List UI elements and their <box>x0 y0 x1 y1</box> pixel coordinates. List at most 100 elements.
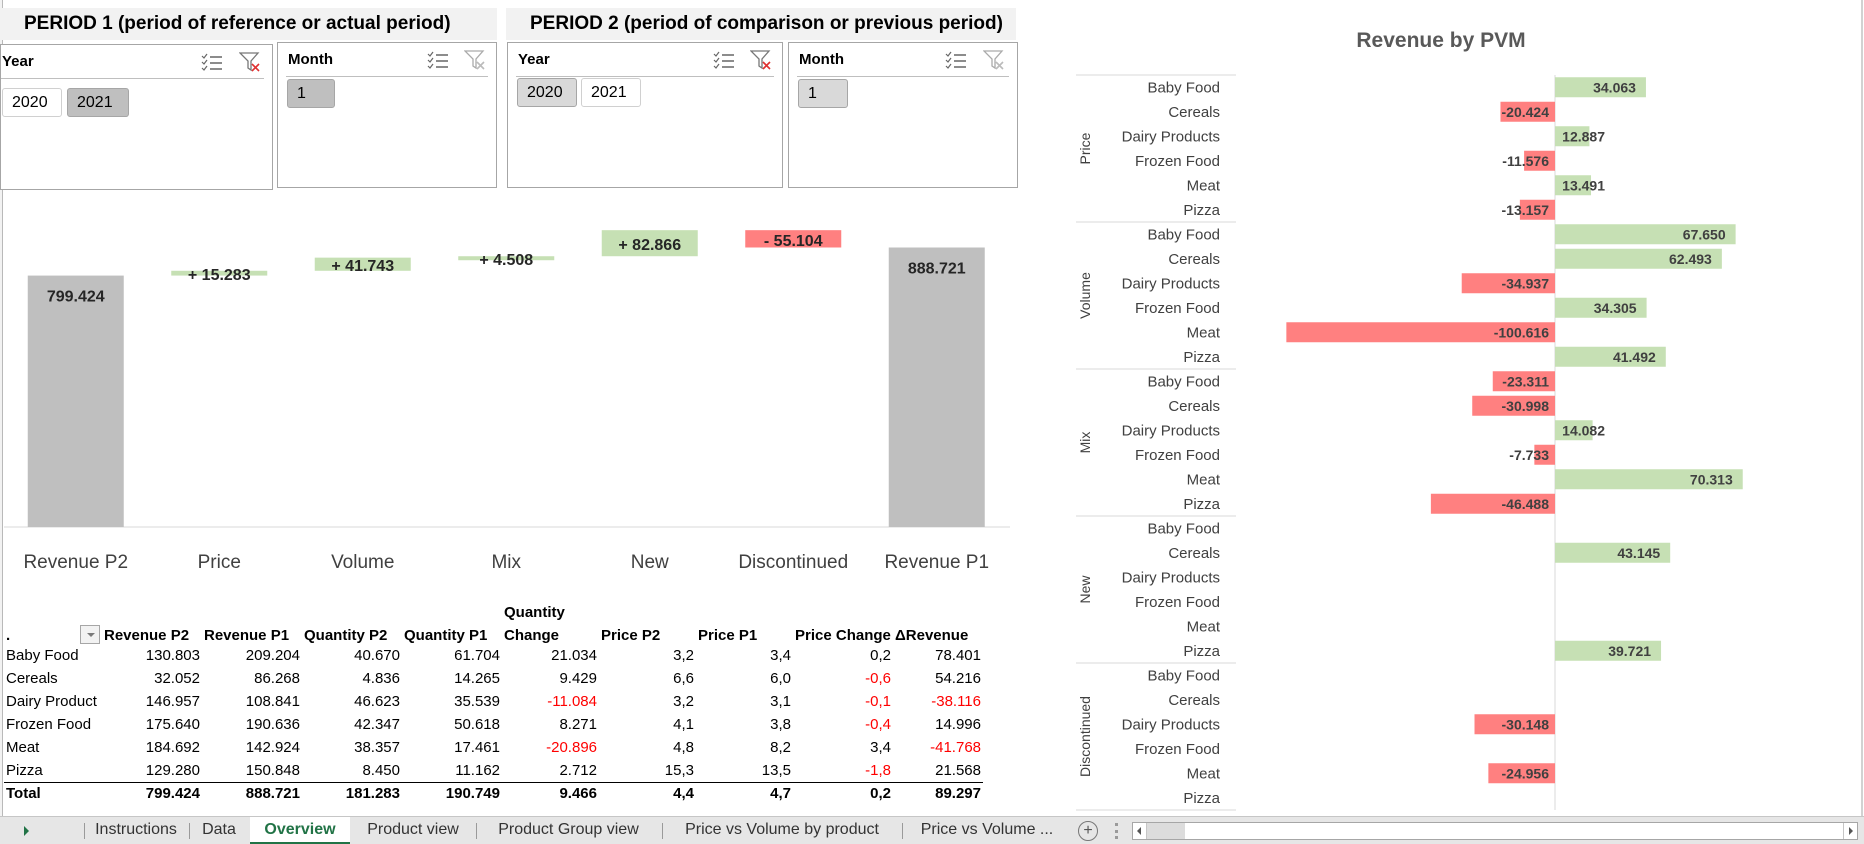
row-label[interactable]: Cereals <box>4 667 102 690</box>
table-cell[interactable]: 6,6 <box>599 667 696 690</box>
table-cell[interactable]: 4,7 <box>696 781 793 805</box>
multi-select-icon[interactable] <box>713 51 735 69</box>
table-cell[interactable]: 175.640 <box>102 713 202 736</box>
table-cell[interactable]: 2.712 <box>502 759 599 782</box>
scrollbar-thumb[interactable] <box>1147 823 1185 839</box>
table-cell[interactable]: -0,1 <box>793 690 893 713</box>
table-cell[interactable]: 42.347 <box>302 713 402 736</box>
table-cell[interactable]: 50.618 <box>402 713 502 736</box>
table-cell[interactable]: 146.957 <box>102 690 202 713</box>
table-cell[interactable]: 15,3 <box>599 759 696 782</box>
slicer-item-2021[interactable]: 2021 <box>581 78 641 107</box>
slicer-item-1[interactable]: 1 <box>287 79 335 108</box>
row-label[interactable]: Frozen Food <box>4 713 102 736</box>
slicer-item-2021[interactable]: 2021 <box>67 88 129 117</box>
header-quantity-p1[interactable]: Quantity P1 <box>402 621 502 644</box>
row-label[interactable]: Dairy Product <box>4 690 102 713</box>
table-cell[interactable]: 4,8 <box>599 736 696 759</box>
table-cell[interactable]: 13,5 <box>696 759 793 782</box>
table-cell[interactable]: 86.268 <box>202 667 302 690</box>
row-label[interactable]: Baby Food <box>4 644 102 667</box>
table-cell[interactable]: 184.692 <box>102 736 202 759</box>
header-revenue-p2[interactable]: Revenue P2 <box>102 621 202 644</box>
table-cell[interactable]: 8.271 <box>502 713 599 736</box>
row-label[interactable]: Pizza <box>4 759 102 782</box>
table-cell[interactable]: 40.670 <box>302 644 402 667</box>
table-cell[interactable]: 3,2 <box>599 690 696 713</box>
row-filter-dropdown[interactable] <box>80 625 100 644</box>
table-cell[interactable]: 130.803 <box>102 644 202 667</box>
table-cell[interactable]: 888.721 <box>202 781 302 805</box>
table-cell[interactable]: 54.216 <box>893 667 983 690</box>
slicer-item-2020[interactable]: 2020 <box>2 88 62 117</box>
scroll-right-icon[interactable] <box>1843 823 1857 839</box>
table-cell[interactable]: -20.896 <box>502 736 599 759</box>
table-cell[interactable]: -11.084 <box>502 690 599 713</box>
header-quantity-change[interactable]: Change <box>502 621 599 644</box>
table-cell[interactable]: 21.568 <box>893 759 983 782</box>
table-cell[interactable]: 6,0 <box>696 667 793 690</box>
sheet-tab-product-view[interactable]: Product view <box>350 817 476 844</box>
sheet-tab-product-group-view[interactable]: Product Group view <box>476 817 661 844</box>
multi-select-icon[interactable] <box>945 51 967 69</box>
table-cell[interactable]: 3,2 <box>599 644 696 667</box>
multi-select-icon[interactable] <box>201 53 223 71</box>
sheet-tab-price-vs-volume[interactable]: Price vs Volume ... <box>902 817 1072 844</box>
clear-filter-icon[interactable] <box>982 49 1005 71</box>
header-quantity-p2[interactable]: Quantity P2 <box>302 621 402 644</box>
slicer-item-1[interactable]: 1 <box>798 79 848 108</box>
table-cell[interactable]: 8,2 <box>696 736 793 759</box>
table-cell[interactable]: 129.280 <box>102 759 202 782</box>
slicer-item-2020[interactable]: 2020 <box>517 78 577 107</box>
table-cell[interactable]: 181.283 <box>302 781 402 805</box>
header-price-change[interactable]: Price Change <box>793 621 893 644</box>
clear-filter-icon[interactable] <box>749 49 772 71</box>
table-cell[interactable]: 78.401 <box>893 644 983 667</box>
table-cell[interactable]: 3,1 <box>696 690 793 713</box>
add-sheet-button[interactable]: + <box>1078 821 1098 841</box>
table-cell[interactable]: 38.357 <box>302 736 402 759</box>
table-cell[interactable]: 9.429 <box>502 667 599 690</box>
table-cell[interactable]: -41.768 <box>893 736 983 759</box>
sheet-tab-overview[interactable]: Overview <box>250 817 350 844</box>
table-cell[interactable]: 14.265 <box>402 667 502 690</box>
table-cell[interactable]: 190.749 <box>402 781 502 805</box>
table-cell[interactable]: 190.636 <box>202 713 302 736</box>
table-cell[interactable]: 89.297 <box>893 781 983 805</box>
table-cell[interactable]: 108.841 <box>202 690 302 713</box>
table-cell[interactable]: 0,2 <box>793 644 893 667</box>
table-cell[interactable]: 17.461 <box>402 736 502 759</box>
table-cell[interactable]: 11.162 <box>402 759 502 782</box>
table-cell[interactable]: -0,6 <box>793 667 893 690</box>
table-cell[interactable]: 209.204 <box>202 644 302 667</box>
table-cell[interactable]: 9.466 <box>502 781 599 805</box>
table-cell[interactable]: 142.924 <box>202 736 302 759</box>
table-cell[interactable]: 4,4 <box>599 781 696 805</box>
table-cell[interactable]: 0,2 <box>793 781 893 805</box>
table-cell[interactable]: 32.052 <box>102 667 202 690</box>
row-label[interactable]: Meat <box>4 736 102 759</box>
scroll-left-icon[interactable] <box>1133 823 1147 839</box>
row-label[interactable]: Total <box>4 781 102 805</box>
horizontal-scrollbar[interactable] <box>1132 822 1858 840</box>
table-cell[interactable]: 3,4 <box>793 736 893 759</box>
header-price-p1[interactable]: Price P1 <box>696 621 793 644</box>
table-cell[interactable]: 799.424 <box>102 781 202 805</box>
table-cell[interactable]: 21.034 <box>502 644 599 667</box>
multi-select-icon[interactable] <box>427 51 449 69</box>
table-cell[interactable]: -38.116 <box>893 690 983 713</box>
table-cell[interactable]: 4,1 <box>599 713 696 736</box>
clear-filter-icon[interactable] <box>463 49 486 71</box>
sheet-tab-instructions[interactable]: Instructions <box>84 817 188 844</box>
header-revenue-p1[interactable]: Revenue P1 <box>202 621 302 644</box>
table-cell[interactable]: -0,4 <box>793 713 893 736</box>
table-cell[interactable]: 14.996 <box>893 713 983 736</box>
table-cell[interactable]: 61.704 <box>402 644 502 667</box>
table-cell[interactable]: 3,4 <box>696 644 793 667</box>
sheet-tab-data[interactable]: Data <box>189 817 249 844</box>
table-cell[interactable]: 35.539 <box>402 690 502 713</box>
table-cell[interactable]: 46.623 <box>302 690 402 713</box>
table-cell[interactable]: -1,8 <box>793 759 893 782</box>
table-cell[interactable]: 8.450 <box>302 759 402 782</box>
clear-filter-icon[interactable] <box>238 51 261 73</box>
